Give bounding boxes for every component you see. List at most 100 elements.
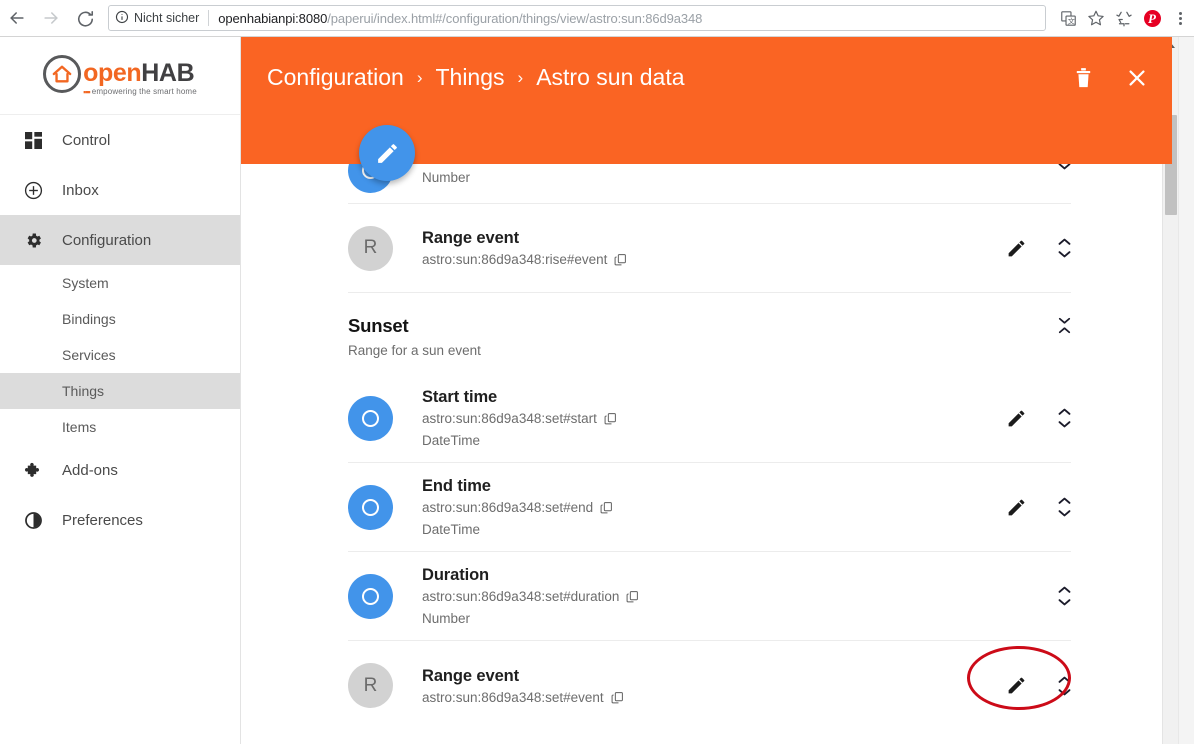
sidebar-item-preferences[interactable]: Preferences <box>0 495 240 545</box>
channel-title: End time <box>422 477 491 495</box>
sidebar-subitem-label: Bindings <box>62 311 116 327</box>
bookmark-star-icon[interactable] <box>1082 4 1110 32</box>
back-button[interactable] <box>0 1 34 35</box>
url-text: openhabianpi:8080/paperui/index.html#/co… <box>218 11 702 26</box>
channel-avatar-blue <box>348 573 393 619</box>
sidebar-subitem-system[interactable]: System <box>0 265 240 301</box>
ring-icon <box>362 409 379 427</box>
sort-updown-icon[interactable] <box>1058 676 1071 696</box>
svg-text:文: 文 <box>1067 16 1074 25</box>
channel-uid-text: astro:sun:86d9a348:set#end <box>422 500 594 515</box>
edit-channel-pencil-icon[interactable] <box>1004 495 1028 519</box>
gear-icon <box>22 229 44 251</box>
browser-toolbar: Nicht sicher openhabianpi:8080/paperui/i… <box>0 0 1194 37</box>
avatar-letter: R <box>363 237 378 258</box>
channel-uid: astro:sun:86d9a348:set#end <box>422 500 992 515</box>
edit-channel-pencil-icon[interactable] <box>1004 236 1028 260</box>
logo-hab: HAB <box>141 58 195 87</box>
channel-actions <box>992 495 1071 519</box>
sort-updown-icon[interactable] <box>1058 164 1071 170</box>
chrome-menu-icon[interactable] <box>1166 4 1194 32</box>
pinterest-icon[interactable]: P <box>1138 4 1166 32</box>
breadcrumb-current-thing: Astro sun data <box>536 64 685 90</box>
channel-uid: astro:sun:86d9a348:set#duration <box>422 589 1046 604</box>
sort-updown-icon[interactable] <box>1058 238 1071 258</box>
logo-wordmark: openHAB <box>83 60 197 86</box>
page-scrollbar[interactable] <box>1178 37 1194 744</box>
copy-icon[interactable] <box>614 253 627 266</box>
breadcrumb-separator-icon: › <box>416 67 423 87</box>
channel-row[interactable]: End time astro:sun:86d9a348:set#end Date… <box>348 463 1071 552</box>
trash-icon[interactable] <box>1070 65 1096 91</box>
edit-channel-pencil-icon[interactable] <box>967 645 1071 710</box>
copy-icon[interactable] <box>600 501 613 514</box>
logo-tagline-row: ▪▪▪ empowering the smart home <box>83 87 197 97</box>
edit-thing-fab-button[interactable] <box>359 125 415 181</box>
security-status[interactable]: Nicht sicher <box>115 10 208 27</box>
channel-row[interactable]: R Range event astro:sun:86d9a348:set#eve… <box>348 641 1071 730</box>
sidebar-item-addons[interactable]: Add-ons <box>0 445 240 495</box>
kebab-dots <box>1178 11 1182 25</box>
section-text: Sunset Range for a sun event <box>348 315 1058 358</box>
copy-icon[interactable] <box>604 412 617 425</box>
forward-button[interactable] <box>34 1 68 35</box>
channel-text: Start time astro:sun:86d9a348:set#start … <box>422 388 992 448</box>
plus-circle-icon <box>22 179 44 201</box>
address-bar[interactable]: Nicht sicher openhabianpi:8080/paperui/i… <box>108 5 1046 31</box>
logo-dots-icon: ▪▪▪ <box>83 86 91 97</box>
sidebar-subitem-things[interactable]: Things <box>0 373 240 409</box>
channel-avatar-blue <box>348 395 393 441</box>
sidebar-item-control[interactable]: Control <box>0 115 240 165</box>
channel-row[interactable]: Duration astro:sun:86d9a348:set#duration… <box>348 552 1071 641</box>
channel-type: Number <box>422 170 471 185</box>
sidebar-subitem-bindings[interactable]: Bindings <box>0 301 240 337</box>
extension-recycle-icon[interactable] <box>1110 4 1138 32</box>
sidebar-item-label: Add-ons <box>62 461 118 479</box>
sidebar-subitem-label: Things <box>62 383 105 399</box>
reload-button[interactable] <box>68 1 102 35</box>
channel-avatar-letter: R <box>348 663 393 708</box>
pinterest-glyph: P <box>1143 9 1161 27</box>
logo-open: open <box>83 58 142 87</box>
sort-updown-icon[interactable] <box>1058 586 1071 606</box>
sidebar-subitem-label: Items <box>62 419 97 435</box>
sidebar-item-inbox[interactable]: Inbox <box>0 165 240 215</box>
channel-group-header-sunset[interactable]: Sunset Range for a sun event <box>348 293 1071 374</box>
channel-group-header-noon[interactable]: Noon <box>348 730 1071 744</box>
channel-uid-text: astro:sun:86d9a348:set#start <box>422 411 597 426</box>
logo-tagline: empowering the smart home <box>91 87 197 96</box>
channel-uid: astro:sun:86d9a348:rise#event <box>422 252 992 267</box>
sidebar-item-label: Configuration <box>62 231 152 249</box>
sort-updown-icon[interactable] <box>1058 497 1071 517</box>
channel-row[interactable]: Start time astro:sun:86d9a348:set#start … <box>348 374 1071 463</box>
sidebar-item-configuration[interactable]: Configuration <box>0 215 240 265</box>
close-icon[interactable] <box>1124 65 1150 91</box>
channel-type: Number <box>422 611 471 626</box>
copy-icon[interactable] <box>611 691 624 704</box>
breadcrumb-configuration[interactable]: Configuration <box>267 64 404 91</box>
url-path: /paperui/index.html#/configuration/thing… <box>327 10 703 26</box>
channel-text: Range event astro:sun:86d9a348:set#event <box>422 667 992 705</box>
sidebar-subitem-items[interactable]: Items <box>0 409 240 445</box>
sort-updown-icon[interactable] <box>1058 408 1071 428</box>
channel-row[interactable]: astro:sun:86d9a348:rise#duration Number <box>348 164 1071 204</box>
channel-uid: astro:sun:86d9a348:set#start <box>422 411 992 426</box>
edit-channel-pencil-icon[interactable] <box>1004 406 1028 430</box>
ring-icon <box>362 498 379 516</box>
sidebar-item-label: Control <box>62 131 111 149</box>
breadcrumb-things[interactable]: Things <box>435 64 504 91</box>
avatar-letter: R <box>363 674 378 696</box>
security-label: Nicht sicher <box>134 11 200 25</box>
channel-text: Range event astro:sun:86d9a348:rise#even… <box>422 229 992 267</box>
translate-icon[interactable]: 文 <box>1054 4 1082 32</box>
channel-row[interactable]: R Range event astro:sun:86d9a348:rise#ev… <box>348 204 1071 293</box>
main-panel: Configuration › Things › Astro sun data <box>241 37 1178 744</box>
sidebar-subitem-services[interactable]: Services <box>0 337 240 373</box>
sidebar-item-label: Inbox <box>62 181 99 199</box>
copy-icon[interactable] <box>626 590 639 603</box>
collapse-chevrons-icon[interactable] <box>1058 315 1071 334</box>
channel-actions <box>992 236 1071 260</box>
url-host: openhabianpi:8080 <box>218 10 328 26</box>
ring-icon <box>362 587 379 605</box>
openhab-logo[interactable]: openHAB ▪▪▪ empowering the smart home <box>0 37 240 115</box>
